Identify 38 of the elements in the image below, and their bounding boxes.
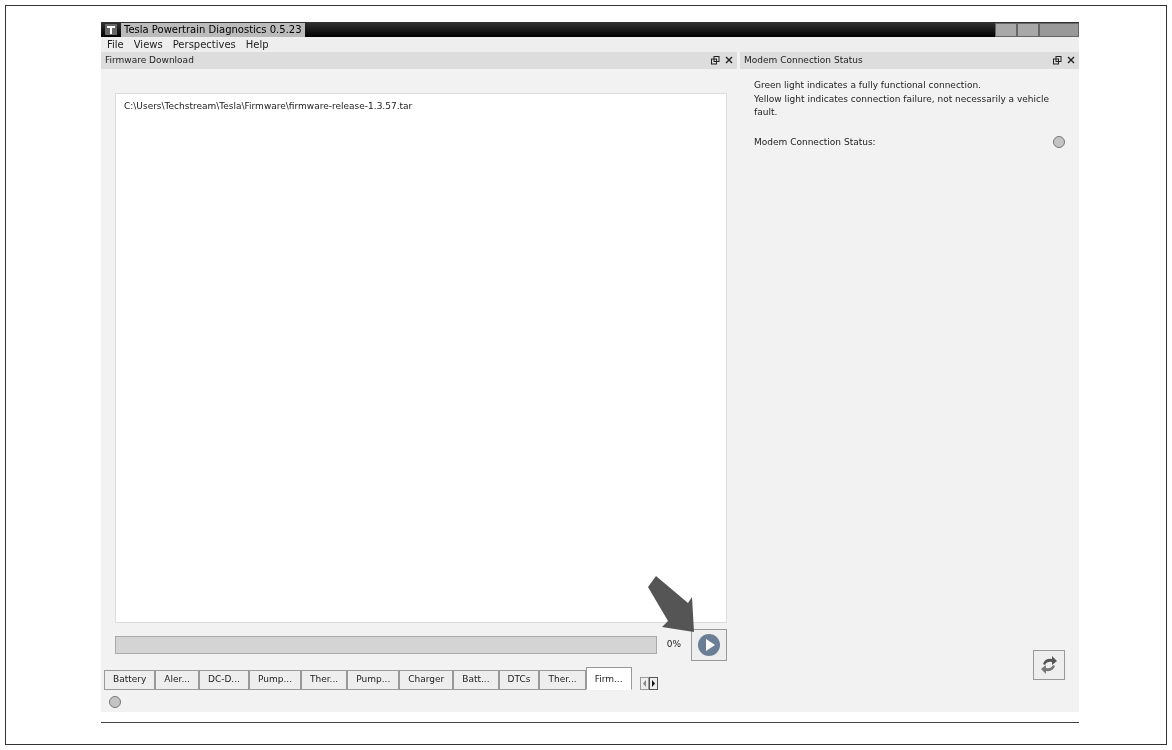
menu-item[interactable]: Help [245,37,269,52]
arrow-icon [648,576,694,632]
menu-item[interactable]: File [107,37,124,52]
scroll-right-icon[interactable] [648,676,658,690]
tab[interactable]: Ther... [539,670,586,690]
restore-icon[interactable] [1053,56,1062,65]
tab[interactable]: Firm... [585,667,632,690]
file-path: C:\Users\Techstream\Tesla\Firmware\firmware-release-1.3.57.tar [124,101,413,111]
maximize-button[interactable] [1017,22,1039,37]
tab[interactable]: Charger [399,670,454,690]
text-area[interactable]: C:\Users\Techstream\Tesla\Firmware\firmware-release-1.3.57.tar [115,93,727,623]
play-icon [697,633,721,657]
close-button[interactable] [1039,22,1079,37]
info-text: Green light indicates a fully functional connection. [754,79,982,92]
tab[interactable]: Battery [104,670,156,690]
tab[interactable]: Pump... [347,670,400,690]
panel-title: Modem Connection Status [744,53,863,67]
refresh-icon [1039,655,1059,675]
app-icon [105,24,117,35]
panel-title: Firmware Download [105,53,194,67]
tab[interactable]: DTCs [498,670,540,690]
tab[interactable]: Batt... [453,670,499,690]
info-text: Yellow light indicates connection failure, not necessarily a vehicle fault. [754,92,1050,119]
menu-item[interactable]: Views [133,37,163,52]
restore-icon[interactable] [711,56,720,65]
tab[interactable]: DC-D... [198,670,249,690]
close-icon[interactable] [725,56,733,64]
status-label: Modem Connection Status: [754,135,876,149]
tab[interactable]: Ther... [301,670,348,690]
tab[interactable]: Pump... [248,670,301,690]
refresh-button[interactable] [1033,650,1065,680]
close-icon[interactable] [1067,56,1075,64]
progress-percent: 0% [666,638,681,652]
start-button[interactable] [691,629,727,661]
minimize-button[interactable] [995,22,1017,37]
window-title: Tesla Powertrain Diagnostics 0.5.23 [121,22,305,37]
tab[interactable]: Aler... [155,670,199,690]
menu-item[interactable]: Perspectives [172,37,236,52]
